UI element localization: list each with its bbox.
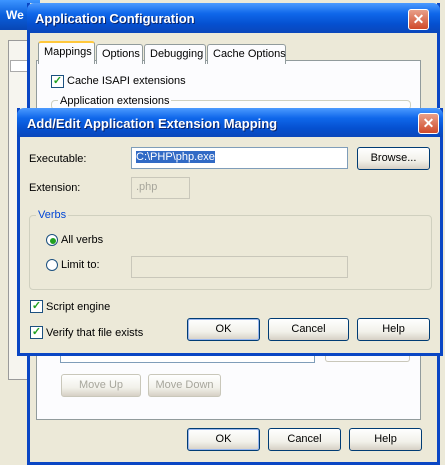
extension-input[interactable]: .php [131,177,190,199]
edit-button-fragment[interactable] [325,356,410,362]
dialog-cancel-button[interactable]: Cancel [268,318,349,341]
application-extensions-label: Application extensions [58,95,172,107]
executable-input[interactable]: C:\PHP\php.exe [131,147,348,169]
limit-to-label: Limit to: [61,259,100,271]
main-window-close-icon[interactable]: ✕ [408,9,429,30]
all-verbs-radio[interactable] [46,234,58,246]
limit-to-radio[interactable] [46,259,58,271]
main-cancel-button[interactable]: Cancel [268,428,341,451]
tab-debugging[interactable]: Debugging [144,44,206,64]
script-engine-label: Script engine [46,301,111,313]
verify-file-label: Verify that file exists [46,327,144,339]
verbs-group [29,215,432,290]
dialog-ok-button[interactable]: OK [187,318,260,341]
verify-file-checkbox[interactable]: ✓ [30,326,43,339]
limit-to-input[interactable] [131,256,348,278]
main-window-titlebar: Application Configuration [27,3,440,33]
main-ok-button[interactable]: OK [187,428,260,451]
executable-label: Executable: [29,153,87,165]
extension-label: Extension: [29,182,81,194]
browse-button[interactable]: Browse... [357,147,430,170]
dialog-close-icon[interactable]: ✕ [418,113,439,134]
tab-cache-options[interactable]: Cache Options [207,44,286,64]
executable-value: C:\PHP\php.exe [136,151,215,163]
cache-isapi-checkbox[interactable]: ✓ [51,75,64,88]
script-engine-checkbox[interactable]: ✓ [30,300,43,313]
dialog-titlebar: Add/Edit Application Extension Mapping [17,108,443,137]
move-up-button[interactable]: Move Up [61,374,141,397]
extensions-list[interactable] [60,356,315,363]
verbs-label: Verbs [36,209,69,221]
tab-options[interactable]: Options [96,44,143,64]
dialog-title: Add/Edit Application Extension Mapping [27,116,278,131]
dialog-help-button[interactable]: Help [357,318,430,341]
main-window-title: Application Configuration [35,11,195,26]
main-help-button[interactable]: Help [349,428,422,451]
tab-mappings[interactable]: Mappings [38,41,95,64]
cache-isapi-label: Cache ISAPI extensions [67,75,186,87]
move-down-button[interactable]: Move Down [148,374,221,397]
all-verbs-label: All verbs [61,234,104,246]
